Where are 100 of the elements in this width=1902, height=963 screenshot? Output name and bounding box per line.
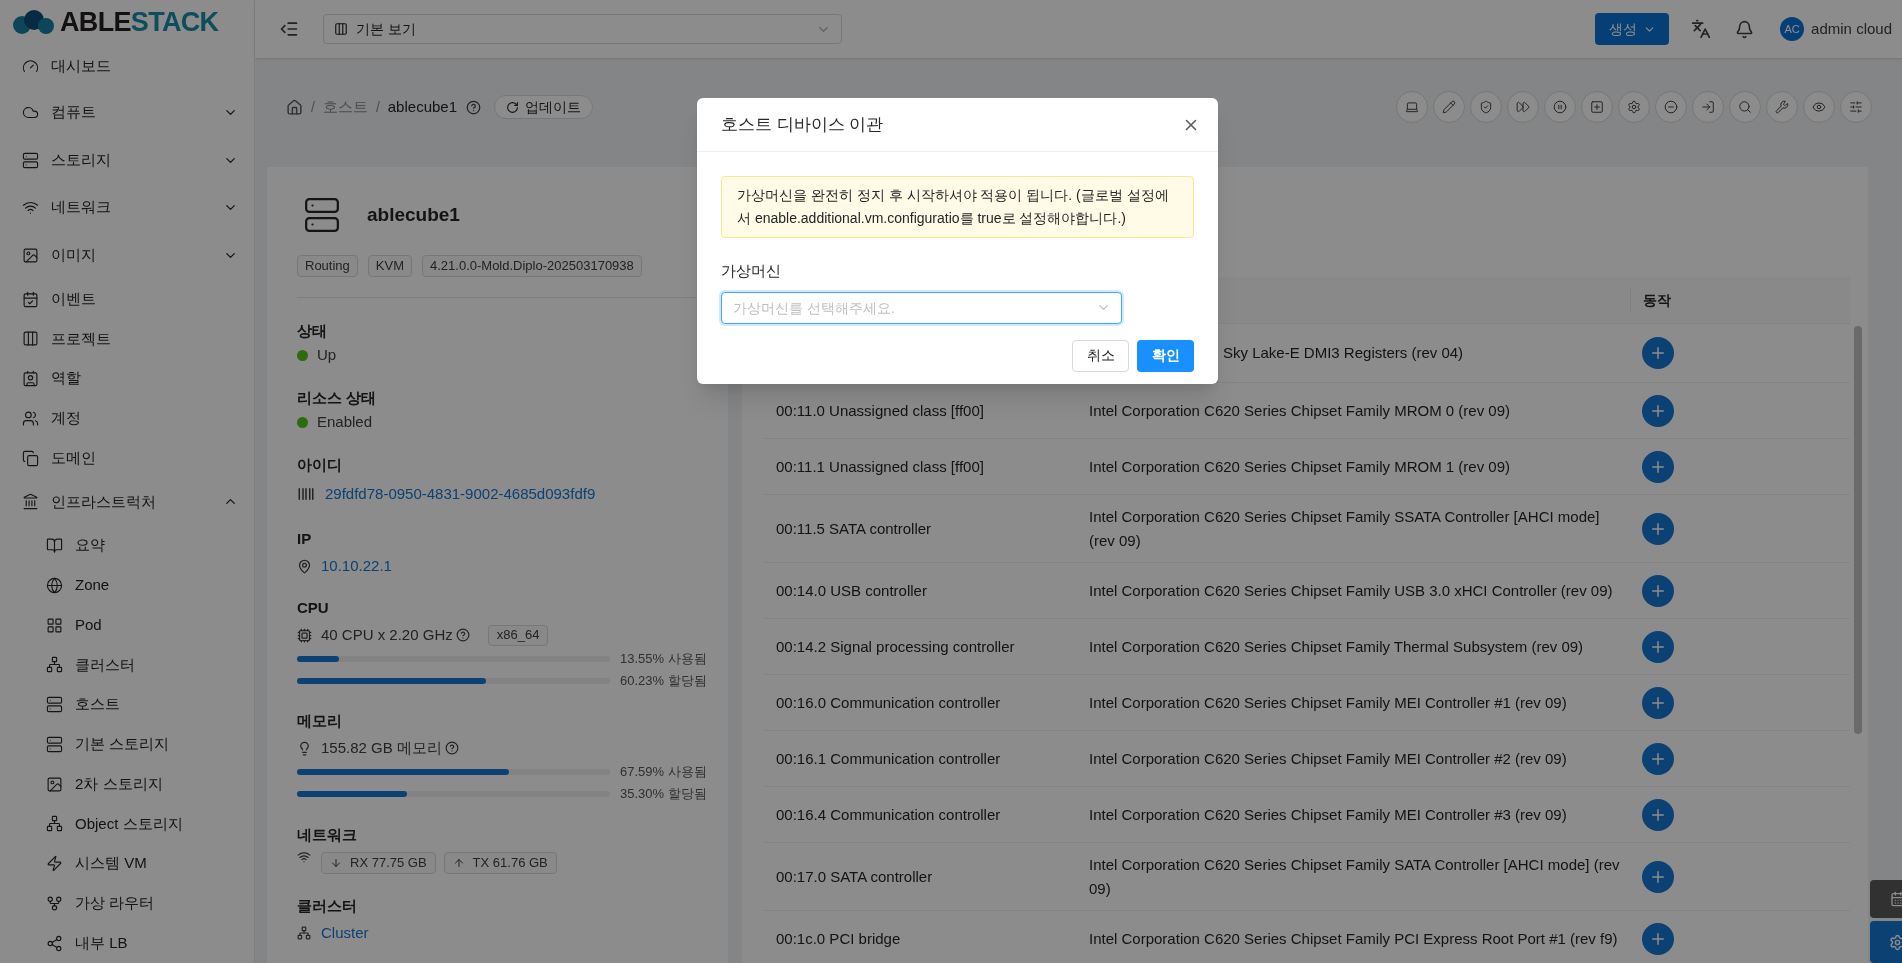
add-button[interactable] bbox=[1581, 91, 1613, 123]
update-button[interactable]: 업데이트 bbox=[494, 95, 593, 119]
modal-title: 호스트 디바이스 이관 bbox=[721, 113, 884, 136]
sidebar-item[interactable]: 인프라스트럭처 bbox=[0, 478, 254, 526]
minus-button[interactable] bbox=[1655, 91, 1687, 123]
fast-forward-button[interactable] bbox=[1507, 91, 1539, 123]
search-icon bbox=[1738, 100, 1752, 114]
wrench-button[interactable] bbox=[1766, 91, 1798, 123]
add-button[interactable] bbox=[1642, 574, 1674, 607]
help-icon[interactable] bbox=[444, 741, 459, 755]
calendar-icon bbox=[1890, 891, 1902, 907]
laptop-icon bbox=[1405, 100, 1419, 114]
cancel-button[interactable]: 취소 bbox=[1072, 339, 1129, 372]
barcode-icon bbox=[297, 485, 315, 503]
menu-collapse-icon[interactable] bbox=[279, 19, 299, 39]
avatar[interactable]: AC bbox=[1780, 17, 1805, 41]
settings-button[interactable] bbox=[1618, 91, 1650, 123]
settings-icon bbox=[1889, 933, 1902, 951]
create-button[interactable]: 생성 bbox=[1595, 13, 1670, 45]
calendar-button[interactable] bbox=[1870, 880, 1902, 918]
laptop-button[interactable] bbox=[1396, 91, 1428, 123]
add-button[interactable] bbox=[1642, 450, 1674, 483]
sidebar-item[interactable]: 가상 라우터 bbox=[0, 883, 254, 924]
sidebar-item[interactable]: Zone bbox=[0, 565, 254, 606]
sidebar-item[interactable]: 요약 bbox=[0, 525, 254, 566]
arrow-up-icon bbox=[452, 857, 465, 869]
scrollbar[interactable] bbox=[1854, 326, 1862, 734]
add-button[interactable] bbox=[1642, 860, 1674, 893]
table-cell: Intel Corporation C620 Series Chipset Family MEI Controller #3 (rev 09) bbox=[1089, 805, 1567, 823]
help-icon[interactable] bbox=[455, 628, 470, 642]
hierarchy-icon bbox=[46, 656, 63, 674]
field-label: 리소스 상태 bbox=[297, 388, 378, 408]
edit-button[interactable] bbox=[1433, 91, 1465, 123]
memory-text: 155.82 GB 메모리 bbox=[321, 737, 442, 758]
sidebar-item[interactable]: 역할 bbox=[0, 358, 254, 399]
sidebar-item[interactable]: 계정 bbox=[0, 398, 254, 439]
confirm-button[interactable]: 확인 bbox=[1137, 339, 1194, 372]
sidebar-item[interactable]: Object 스토리지 bbox=[0, 803, 254, 844]
location-icon bbox=[297, 558, 312, 574]
tag: 4.21.0.0-Mold.Diplo-202503170938 bbox=[422, 255, 642, 277]
id-link[interactable]: 29fdfd78-0950-4831-9002-4685d093fdf9 bbox=[325, 482, 596, 506]
home-icon[interactable] bbox=[286, 98, 303, 116]
server-icon bbox=[46, 735, 63, 753]
sidebar-item[interactable]: 호스트 bbox=[0, 684, 254, 725]
add-button[interactable] bbox=[1642, 512, 1674, 545]
sidebar-item[interactable]: Pod bbox=[0, 605, 254, 645]
cluster-link[interactable]: Cluster bbox=[321, 921, 369, 945]
minus-icon bbox=[1664, 100, 1678, 114]
settings-button[interactable] bbox=[1870, 921, 1902, 963]
sidebar-item[interactable]: 기본 스토리지 bbox=[0, 724, 254, 765]
eye-icon bbox=[1812, 100, 1826, 114]
add-button[interactable] bbox=[1642, 922, 1674, 955]
arrow-down-icon bbox=[330, 857, 342, 869]
refresh-icon bbox=[506, 100, 519, 114]
translate-icon[interactable] bbox=[1691, 19, 1712, 39]
column-header: 동작 bbox=[1630, 289, 1671, 311]
add-button[interactable] bbox=[1642, 394, 1674, 427]
sidebar-item[interactable]: 이벤트 bbox=[0, 279, 254, 319]
sidebar-item[interactable]: 대시보드 bbox=[0, 44, 254, 89]
sliders-icon bbox=[1849, 100, 1863, 114]
sidebar-item[interactable]: 스토리지 bbox=[0, 136, 254, 184]
search-button[interactable] bbox=[1729, 91, 1761, 123]
sidebar-item[interactable]: 프로젝트 bbox=[0, 319, 254, 359]
progress-reading: 35.30% 할당됨 bbox=[620, 785, 707, 804]
fork-icon bbox=[46, 894, 63, 912]
field-label: IP bbox=[297, 529, 313, 549]
tag: KVM bbox=[367, 255, 412, 277]
add-button[interactable] bbox=[1642, 742, 1674, 775]
eye-button[interactable] bbox=[1803, 91, 1835, 123]
help-icon[interactable] bbox=[466, 99, 481, 115]
pause-button[interactable] bbox=[1544, 91, 1576, 123]
login-button[interactable] bbox=[1692, 91, 1724, 123]
table-cell: 00:14.0 USB controller bbox=[776, 581, 927, 599]
sliders-button[interactable] bbox=[1840, 91, 1872, 123]
bell-icon[interactable] bbox=[1735, 19, 1755, 39]
add-button[interactable] bbox=[1642, 337, 1674, 369]
sidebar-item[interactable]: 클러스터 bbox=[0, 644, 254, 685]
sidebar-item[interactable]: 도메인 bbox=[0, 438, 254, 478]
table-cell: Intel Corporation C620 Series Chipset Family Thermal Subsystem (rev 09) bbox=[1089, 637, 1584, 655]
add-button[interactable] bbox=[1642, 798, 1674, 831]
sidebar-item[interactable]: 내부 LB bbox=[0, 923, 254, 963]
sidebar-item[interactable]: 네트워크 bbox=[0, 183, 254, 232]
lightbulb-icon bbox=[297, 740, 312, 756]
hierarchy-icon bbox=[46, 815, 63, 833]
sidebar-item[interactable]: 컴퓨트 bbox=[0, 88, 254, 137]
sidebar-item[interactable]: 이미지 bbox=[0, 231, 254, 280]
add-button[interactable] bbox=[1642, 630, 1674, 663]
sidebar-item[interactable]: 시스템 VM bbox=[0, 843, 254, 884]
status-text: Enabled bbox=[317, 411, 373, 432]
ip-link[interactable]: 10.10.22.1 bbox=[321, 554, 392, 578]
hierarchy-icon bbox=[297, 926, 311, 940]
shield-button[interactable] bbox=[1470, 91, 1502, 123]
vm-select[interactable]: 가상머신를 선택해주세요. bbox=[721, 291, 1122, 324]
view-select[interactable]: 기본 보기 bbox=[323, 14, 842, 44]
sidebar-item[interactable]: 2차 스토리지 bbox=[0, 764, 254, 804]
bank-icon bbox=[22, 493, 39, 511]
user-name[interactable]: admin cloud bbox=[1811, 17, 1892, 41]
fast-forward-icon bbox=[1516, 100, 1530, 114]
add-button[interactable] bbox=[1642, 686, 1674, 719]
lightning-icon bbox=[46, 855, 63, 873]
